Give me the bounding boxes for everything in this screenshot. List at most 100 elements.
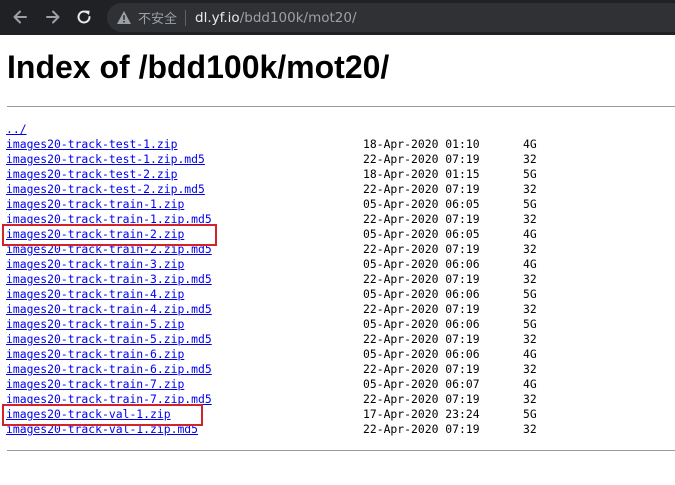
file-link[interactable]: images20-track-train-1.zip	[6, 197, 184, 211]
file-date: 05-Apr-2020 06:06	[363, 347, 480, 361]
top-divider	[7, 106, 675, 107]
file-size: 32	[523, 242, 537, 256]
file-size: 32	[523, 182, 537, 196]
file-date: 05-Apr-2020 06:06	[363, 317, 480, 331]
file-date: 22-Apr-2020 07:19	[363, 362, 480, 376]
file-date: 05-Apr-2020 06:07	[363, 377, 480, 391]
file-row: images20-track-train-7.zip 05-Apr-2020 06…	[6, 377, 675, 392]
file-date: 05-Apr-2020 06:06	[363, 287, 480, 301]
file-date: 18-Apr-2020 01:15	[363, 167, 480, 181]
file-size: 32	[523, 332, 537, 346]
file-row: images20-track-train-4.zip.md5 22-Apr-202…	[6, 302, 675, 317]
file-date: 05-Apr-2020 06:06	[363, 257, 480, 271]
file-row: images20-track-train-4.zip 05-Apr-2020 06…	[6, 287, 675, 302]
file-size: 5G	[523, 197, 537, 211]
page-title: Index of /bdd100k/mot20/	[7, 49, 390, 85]
address-bar[interactable]: 不安全 dl.yf.io/bdd100k/mot20/	[107, 3, 675, 32]
file-link[interactable]: images20-track-train-2.zip.md5	[6, 242, 212, 256]
file-size: 5G	[523, 167, 537, 181]
file-row: images20-track-test-1.zip.md5 22-Apr-2020…	[6, 152, 675, 167]
file-link[interactable]: images20-track-test-1.zip	[6, 137, 177, 151]
file-size: 32	[523, 272, 537, 286]
file-date: 17-Apr-2020 23:24	[363, 407, 480, 421]
url-path: /bdd100k/mot20/	[239, 9, 357, 26]
reload-icon	[77, 10, 91, 24]
file-row: images20-track-train-5.zip 05-Apr-2020 06…	[6, 317, 675, 332]
file-date: 22-Apr-2020 07:19	[363, 332, 480, 346]
file-link[interactable]: images20-track-train-5.zip	[6, 317, 184, 331]
file-date: 22-Apr-2020 07:19	[363, 302, 480, 316]
file-row: images20-track-train-1.zip.md5 22-Apr-202…	[6, 212, 675, 227]
file-row: images20-track-test-2.zip.md5 22-Apr-2020…	[6, 182, 675, 197]
warning-triangle-icon[interactable]	[116, 10, 132, 25]
file-link[interactable]: images20-track-train-5.zip.md5	[6, 332, 212, 346]
file-link[interactable]: images20-track-test-1.zip.md5	[6, 152, 205, 166]
file-link[interactable]: images20-track-test-2.zip.md5	[6, 182, 205, 196]
file-date: 22-Apr-2020 07:19	[363, 422, 480, 436]
file-size: 4G	[523, 137, 537, 151]
file-date: 05-Apr-2020 06:05	[363, 197, 480, 211]
file-row: images20-track-train-1.zip 05-Apr-2020 06…	[6, 197, 675, 212]
file-link[interactable]: images20-track-train-2.zip	[6, 227, 184, 241]
file-row: images20-track-val-1.zip 17-Apr-2020 23:2…	[6, 407, 675, 422]
file-link[interactable]: images20-track-train-4.zip.md5	[6, 302, 212, 316]
file-row: images20-track-train-3.zip.md5 22-Apr-202…	[6, 272, 675, 287]
file-link[interactable]: images20-track-train-6.zip	[6, 347, 184, 361]
file-row: images20-track-train-6.zip.md5 22-Apr-202…	[6, 362, 675, 377]
file-size: 5G	[523, 407, 537, 421]
file-row: images20-track-train-5.zip.md5 22-Apr-202…	[6, 332, 675, 347]
file-size: 4G	[523, 347, 537, 361]
file-row: images20-track-train-2.zip 05-Apr-2020 06…	[6, 227, 675, 242]
arrow-left-icon	[13, 10, 27, 24]
reload-button[interactable]	[72, 5, 96, 29]
file-size: 32	[523, 362, 537, 376]
file-date: 22-Apr-2020 07:19	[363, 392, 480, 406]
file-link[interactable]: images20-track-test-2.zip	[6, 167, 177, 181]
file-date: 22-Apr-2020 07:19	[363, 182, 480, 196]
url-host: dl.yf.io	[195, 9, 240, 26]
arrow-right-icon	[46, 10, 60, 24]
file-date: 22-Apr-2020 07:19	[363, 212, 480, 226]
file-row: images20-track-test-2.zip 18-Apr-2020 01:…	[6, 167, 675, 182]
forward-button[interactable]	[41, 5, 65, 29]
file-link[interactable]: images20-track-train-1.zip.md5	[6, 212, 212, 226]
file-size: 32	[523, 422, 537, 436]
file-link[interactable]: images20-track-train-7.zip.md5	[6, 392, 212, 406]
file-row: images20-track-train-3.zip 05-Apr-2020 06…	[6, 257, 675, 272]
file-date: 22-Apr-2020 07:19	[363, 272, 480, 286]
file-size: 32	[523, 302, 537, 316]
file-size: 4G	[523, 257, 537, 271]
file-size: 5G	[523, 317, 537, 331]
file-size: 32	[523, 152, 537, 166]
parent-row: ../	[6, 122, 675, 137]
security-label[interactable]: 不安全	[138, 8, 177, 27]
file-row: images20-track-val-1.zip.md5 22-Apr-2020 …	[6, 422, 675, 437]
file-listing: ../ images20-track-test-1.zip 18-Apr-2020…	[2, 122, 675, 437]
file-date: 18-Apr-2020 01:10	[363, 137, 480, 151]
file-row: images20-track-train-7.zip.md5 22-Apr-202…	[6, 392, 675, 407]
file-link[interactable]: images20-track-val-1.zip.md5	[6, 422, 198, 436]
omnibox-divider	[185, 9, 187, 26]
file-size: 4G	[523, 227, 537, 241]
file-size: 4G	[523, 377, 537, 391]
file-link[interactable]: images20-track-train-4.zip	[6, 287, 184, 301]
file-link[interactable]: images20-track-train-6.zip.md5	[6, 362, 212, 376]
file-date: 05-Apr-2020 06:05	[363, 227, 480, 241]
parent-directory-link[interactable]: ../	[6, 122, 27, 136]
file-date: 22-Apr-2020 07:19	[363, 152, 480, 166]
page-content: Index of /bdd100k/mot20/ ../ images20-tr…	[0, 35, 675, 485]
file-date: 22-Apr-2020 07:19	[363, 242, 480, 256]
file-link[interactable]: images20-track-train-3.zip	[6, 257, 184, 271]
file-link[interactable]: images20-track-val-1.zip	[6, 407, 171, 421]
file-row: images20-track-test-1.zip 18-Apr-2020 01:…	[6, 137, 675, 152]
file-link[interactable]: images20-track-train-7.zip	[6, 377, 184, 391]
bottom-divider	[7, 450, 675, 451]
file-size: 32	[523, 212, 537, 226]
back-button[interactable]	[8, 5, 32, 29]
file-row: images20-track-train-2.zip.md5 22-Apr-202…	[6, 242, 675, 257]
browser-toolbar: 不安全 dl.yf.io/bdd100k/mot20/	[0, 0, 675, 35]
file-link[interactable]: images20-track-train-3.zip.md5	[6, 272, 212, 286]
file-size: 5G	[523, 287, 537, 301]
file-row: images20-track-train-6.zip 05-Apr-2020 06…	[6, 347, 675, 362]
file-size: 32	[523, 392, 537, 406]
